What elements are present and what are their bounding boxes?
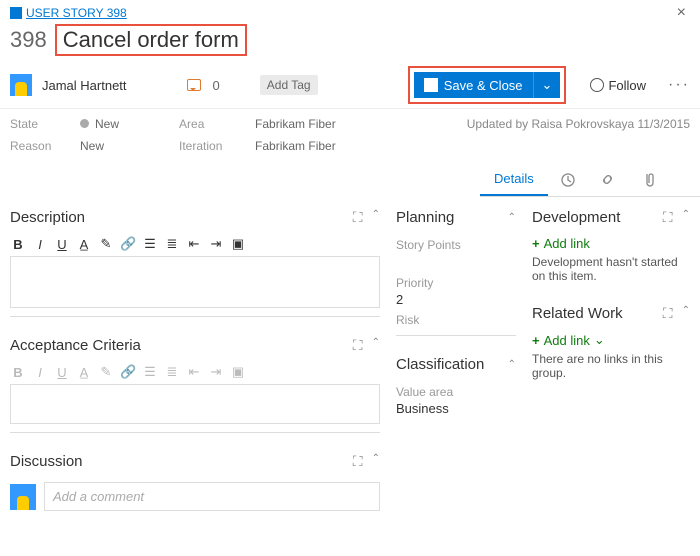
- reason-value[interactable]: New: [80, 139, 104, 153]
- area-value[interactable]: Fabrikam Fiber: [255, 117, 336, 131]
- expand-icon[interactable]: ⛶: [353, 209, 364, 226]
- comment-icon[interactable]: [187, 79, 201, 91]
- tab-attachments[interactable]: [628, 163, 668, 196]
- chevron-down-icon: ⌄: [542, 77, 553, 92]
- indent-button[interactable]: ⇥: [208, 236, 224, 252]
- expand-icon[interactable]: ⛶: [663, 305, 674, 322]
- state-dot-icon: [80, 119, 89, 128]
- dev-add-link-button[interactable]: +Add link: [532, 236, 690, 251]
- attachment-icon: [641, 172, 654, 187]
- tab-details[interactable]: Details: [480, 163, 548, 196]
- title-highlight: Cancel order form: [55, 24, 247, 56]
- bullet-button[interactable]: ☰: [142, 236, 158, 252]
- classification-heading: Classification: [396, 356, 484, 373]
- collapse-icon[interactable]: ⌃: [508, 359, 516, 370]
- description-heading: Description: [10, 209, 85, 226]
- plus-icon: +: [532, 236, 540, 251]
- chevron-down-icon: ⌄: [594, 332, 605, 348]
- state-label: State: [10, 117, 60, 131]
- development-heading: Development: [532, 209, 620, 226]
- follow-label: Follow: [608, 78, 646, 93]
- value-area-label: Value area: [396, 385, 516, 399]
- collapse-icon[interactable]: ⌃: [508, 212, 516, 223]
- breadcrumb-link[interactable]: USER STORY 398: [10, 6, 127, 20]
- collapse-icon[interactable]: ⌃: [372, 453, 380, 470]
- risk-label: Risk: [396, 313, 516, 327]
- priority-value[interactable]: 2: [396, 292, 516, 307]
- collapse-icon[interactable]: ⌃: [682, 305, 690, 322]
- reason-label: Reason: [10, 139, 60, 153]
- related-heading: Related Work: [532, 305, 623, 322]
- link-button[interactable]: 🔗: [120, 236, 136, 252]
- assignee-name[interactable]: Jamal Hartnett: [42, 78, 127, 93]
- description-editor[interactable]: [10, 256, 380, 308]
- bold-button[interactable]: B: [10, 237, 26, 252]
- history-icon: [560, 172, 575, 187]
- numlist-button[interactable]: ≣: [164, 236, 180, 252]
- iteration-value[interactable]: Fabrikam Fiber: [255, 139, 336, 153]
- plus-icon: +: [532, 333, 540, 348]
- acceptance-editor[interactable]: [10, 384, 380, 424]
- iteration-label: Iteration: [179, 139, 235, 153]
- value-area-value[interactable]: Business: [396, 401, 516, 416]
- outdent-button[interactable]: ⇤: [186, 236, 202, 252]
- comment-count: 0: [213, 78, 220, 93]
- breadcrumb-label: USER STORY 398: [26, 6, 127, 20]
- close-icon[interactable]: ×: [673, 4, 690, 22]
- related-empty-text: There are no links in this group.: [532, 352, 690, 380]
- avatar-icon: [10, 74, 32, 96]
- save-icon: [424, 78, 438, 92]
- updated-text: Updated by Raisa Pokrovskaya 11/3/2015: [467, 117, 690, 153]
- clear-button[interactable]: ✎: [98, 236, 114, 252]
- tab-history[interactable]: [548, 163, 588, 196]
- planning-heading: Planning: [396, 209, 454, 226]
- title-input[interactable]: Cancel order form: [63, 27, 239, 52]
- image-button[interactable]: ▣: [230, 236, 246, 252]
- link-icon: [600, 172, 615, 187]
- expand-icon[interactable]: ⛶: [353, 453, 364, 470]
- save-highlight: Save & Close ⌄: [408, 66, 567, 104]
- collapse-icon[interactable]: ⌃: [372, 209, 380, 226]
- underline-button[interactable]: U: [54, 237, 70, 252]
- area-label: Area: [179, 117, 235, 131]
- acceptance-heading: Acceptance Criteria: [10, 337, 141, 354]
- state-value[interactable]: New: [80, 117, 119, 131]
- priority-label: Priority: [396, 276, 516, 290]
- follow-button[interactable]: Follow: [590, 78, 646, 93]
- dev-empty-text: Development hasn't started on this item.: [532, 255, 690, 283]
- book-icon: [10, 7, 22, 19]
- story-points-label: Story Points: [396, 238, 516, 252]
- description-toolbar: B I U A̲ ✎ 🔗 ☰ ≣ ⇤ ⇥ ▣: [10, 232, 380, 256]
- more-actions-button[interactable]: ···: [668, 76, 690, 94]
- discussion-heading: Discussion: [10, 453, 83, 470]
- eye-icon: [590, 78, 604, 92]
- comment-input[interactable]: Add a comment: [44, 482, 380, 511]
- tab-links[interactable]: [588, 163, 628, 196]
- collapse-icon[interactable]: ⌃: [682, 209, 690, 226]
- italic-button[interactable]: I: [32, 237, 48, 252]
- save-dropdown-button[interactable]: ⌄: [533, 72, 561, 98]
- work-item-id: 398: [10, 27, 47, 53]
- collapse-icon[interactable]: ⌃: [372, 337, 380, 354]
- related-add-link-button[interactable]: +Add link ⌄: [532, 332, 690, 348]
- acceptance-toolbar: BIUA̲✎🔗☰≣⇤⇥▣: [10, 360, 380, 384]
- avatar-icon: [10, 484, 36, 510]
- expand-icon[interactable]: ⛶: [353, 337, 364, 354]
- font-button[interactable]: A̲: [76, 237, 92, 252]
- save-label: Save & Close: [444, 78, 523, 93]
- expand-icon[interactable]: ⛶: [663, 209, 674, 226]
- save-close-button[interactable]: Save & Close: [414, 72, 533, 98]
- add-tag-button[interactable]: Add Tag: [260, 75, 318, 95]
